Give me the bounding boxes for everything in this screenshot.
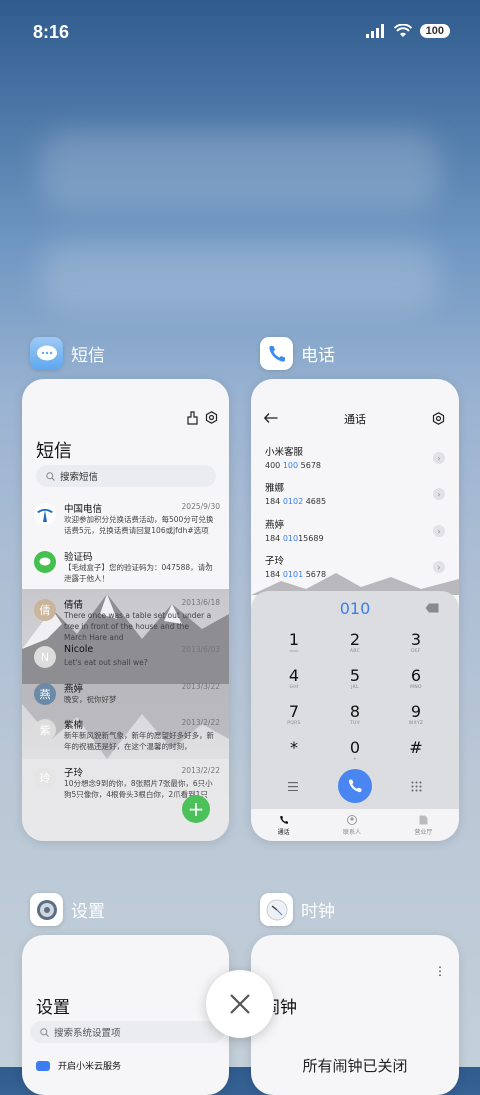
clock-app-card[interactable]: ⋮ 闹钟 所有闹钟已关闭 [251, 935, 459, 1095]
settings-gear-icon[interactable] [432, 412, 445, 425]
messages-app-card[interactable]: 短信 搜索短信 中国电信 2025/9/30 欢迎参加积分兑换话费活动，每500… [22, 379, 229, 841]
tab-calls[interactable]: 通话 [278, 815, 290, 836]
phone-app-label[interactable]: 电话 [260, 337, 335, 370]
chevron-right-icon[interactable]: › [433, 488, 445, 500]
settings-gear-icon[interactable] [205, 411, 218, 424]
clear-all-button[interactable] [206, 970, 274, 1038]
avatar: 燕 [34, 683, 56, 705]
dial-key-7[interactable]: 7 PQRS [274, 703, 314, 727]
cloud-icon [36, 1060, 50, 1071]
clock-app-label[interactable]: 时钟 [260, 893, 335, 926]
sms-thread-item[interactable]: 紫 紫楠 2013/2/22 新年新风貌新气象，新年的愿望好多好多，新年的祝福还… [34, 717, 220, 763]
phone-page-title: 通话 [344, 413, 366, 426]
phone-app-name: 电话 [301, 346, 335, 366]
dial-key-9[interactable]: 9 WXYZ [396, 703, 436, 727]
sms-page-title: 短信 [36, 441, 72, 462]
phone-icon [279, 815, 288, 824]
clock-app-icon [260, 893, 293, 926]
close-icon [230, 994, 250, 1014]
phone-app-card[interactable]: 通话 小米客服 400 100 5678 › 雅娜 184 0102 4685 … [251, 379, 459, 841]
call-log-row[interactable]: 雅娜 184 0102 4685 › [265, 480, 445, 516]
avatar: 倩 [34, 599, 56, 621]
settings-app-name: 设置 [71, 902, 105, 922]
search-icon [40, 1027, 49, 1037]
search-icon [46, 471, 55, 481]
phone-app-icon [260, 337, 293, 370]
status-bar: 8:16 100 [0, 0, 480, 68]
chevron-right-icon[interactable]: › [433, 452, 445, 464]
chevron-right-icon[interactable]: › [433, 525, 445, 537]
signal-icon [365, 24, 384, 38]
dial-key-0[interactable]: 0 + [335, 739, 375, 763]
chat-bubble-avatar-icon [34, 551, 56, 573]
dial-key-star[interactable]: * [274, 739, 314, 757]
avatar: 紫 [34, 719, 56, 741]
alarm-empty-text: 所有闹钟已关闭 [302, 1057, 408, 1075]
dial-key-2[interactable]: 2 ABC [335, 631, 375, 655]
dial-key-1[interactable]: 1 ထထ [274, 631, 314, 655]
dialpad: 010 1 ထထ 2 ABC 3 DEF 4 GHI 5 JKL 6 MNO 7 PQRS 8 TUV 9 WXY… [251, 591, 459, 841]
sms-thread-item[interactable]: 中国电信 2025/9/30 欢迎参加积分兑换话费活动，每500分可兑换话费5元… [34, 501, 220, 547]
bottom-tab-bar: 通话 联系人 营业厅 [251, 809, 459, 841]
avatar: N [34, 646, 56, 668]
sim-card-icon [419, 815, 428, 824]
settings-app-card[interactable]: 设置 搜索系统设置项 开启小米云服务 [22, 935, 229, 1095]
avatar: 玲 [34, 767, 56, 789]
dial-key-5[interactable]: 5 JKL [335, 667, 375, 691]
messages-app-icon [30, 337, 63, 370]
messages-app-label[interactable]: 短信 [30, 337, 105, 370]
dial-key-hash[interactable]: # [396, 739, 436, 757]
phone-icon [348, 779, 362, 793]
clock-app-name: 时钟 [301, 902, 335, 922]
call-log-row[interactable]: 燕婷 184 01015689 › [265, 517, 445, 553]
dial-key-8[interactable]: 8 TUV [335, 703, 375, 727]
chevron-right-icon: › [205, 557, 210, 571]
sms-thread-item[interactable]: 验证码 【毛绒盒子】您的验证码为：047588，请勿泄露于他人！ › [34, 549, 220, 595]
status-time: 8:16 [33, 22, 70, 42]
more-options-icon[interactable]: ⋮ [434, 965, 446, 977]
keypad-grid-icon[interactable] [411, 781, 422, 792]
new-message-fab[interactable]: + [182, 795, 210, 823]
settings-app-label[interactable]: 设置 [30, 893, 105, 926]
call-log-row[interactable]: 小米客服 400 100 5678 › [265, 444, 445, 480]
sms-thread-item[interactable]: 倩 倩倩 2013/6/18 There once was a table se… [34, 597, 220, 643]
sms-search-input[interactable]: 搜索短信 [36, 465, 216, 487]
wifi-icon [393, 24, 412, 37]
dial-key-3[interactable]: 3 DEF [396, 631, 436, 655]
backspace-icon[interactable] [425, 603, 439, 613]
china-telecom-avatar [34, 503, 56, 525]
settings-list-item[interactable]: 开启小米云服务 [36, 1059, 121, 1072]
menu-icon[interactable] [288, 782, 298, 791]
tab-service-hall[interactable]: 营业厅 [414, 815, 432, 836]
tab-contacts[interactable]: 联系人 [343, 814, 361, 836]
settings-search-input[interactable]: 搜索系统设置项 [30, 1021, 224, 1043]
contact-icon [346, 814, 357, 825]
dial-key-4[interactable]: 4 GHI [274, 667, 314, 691]
call-button[interactable] [338, 769, 372, 803]
broom-icon[interactable] [186, 411, 199, 425]
settings-page-title: 设置 [36, 998, 70, 1018]
settings-app-icon [30, 893, 63, 926]
battery-indicator: 100 [419, 24, 450, 38]
dial-key-6[interactable]: 6 MNO [396, 667, 436, 691]
messages-app-name: 短信 [71, 346, 105, 366]
